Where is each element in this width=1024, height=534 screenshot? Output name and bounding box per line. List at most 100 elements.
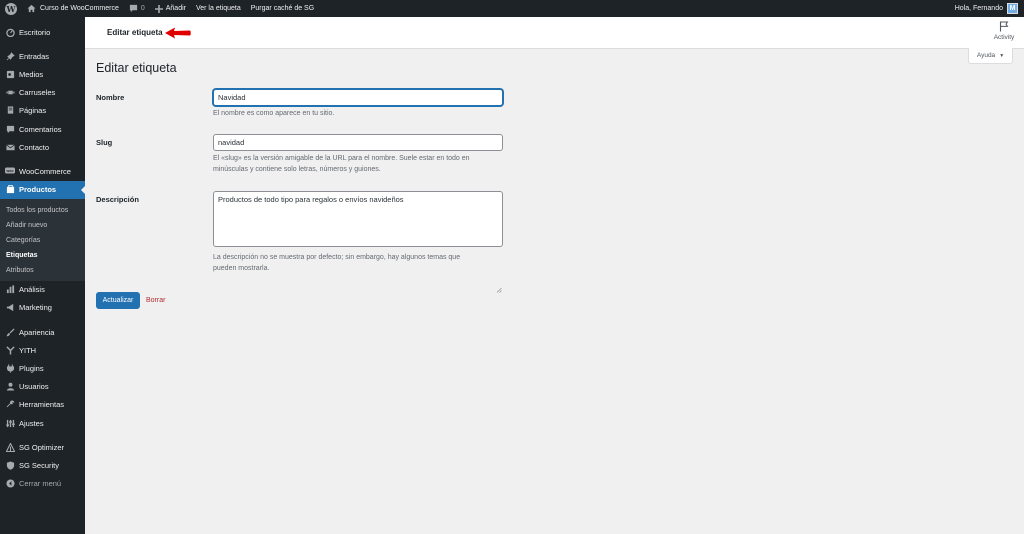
sidebar-item-sg-security[interactable]: SG Security [0,456,85,474]
sidebar-item-label: Escritorio [19,27,51,37]
sidebar-item-marketing[interactable]: Marketing [0,299,85,317]
sidebar-item-label: Comentarios [19,124,62,134]
view-tag-label: Ver la etiqueta [195,5,241,12]
sidebar-item-label: Análisis [19,285,45,295]
new-content-label: Añadir [165,5,186,12]
sidebar-item-label: YITH [19,345,37,355]
submenu-item-label: Categorías [6,236,41,244]
activity-label: Activity [993,34,1015,41]
submenu-item-label: Atributos [6,266,34,274]
woo-icon: woo [5,166,15,176]
sidebar-item-comentarios[interactable]: Comentarios [0,120,85,138]
submenu-item-categorias[interactable]: Categorías [0,233,85,248]
sidebar-item-sg-optimizer[interactable]: SG Optimizer [0,438,85,456]
sidebar-item-label: Medios [19,69,44,79]
sidebar-item-label: Usuarios [19,382,49,392]
sidebar-item-label: Entradas [19,51,50,61]
description-help: La descripción no se muestra por defecto… [213,252,513,274]
brush-icon [5,327,15,337]
productos-submenu: Todos los productos Añadir nuevo Categor… [0,198,85,281]
my-account-menu[interactable]: Hola, Fernando M [950,0,1024,17]
sidebar-item-medios[interactable]: Medios [0,65,85,83]
sidebar-item-label: Marketing [19,303,52,313]
sidebar-item-plugins[interactable]: Plugins [0,359,85,377]
name-input[interactable] [213,89,503,106]
mail-icon [5,142,15,152]
flag-icon [992,21,1016,32]
update-button[interactable]: Actualizar [96,292,140,309]
description-textarea[interactable]: Productos de todo tipo para regalos o en… [213,191,503,247]
sidebar-item-label: Páginas [19,106,47,116]
wp-logo-menu[interactable]: W [0,0,22,17]
name-label: Nombre [96,93,125,102]
sidebar-item-label: Cerrar menú [19,479,62,489]
wrench-icon [5,400,15,410]
sg-optimizer-icon [5,442,15,452]
users-icon [5,382,15,392]
plugin-icon [5,364,15,374]
site-name-menu[interactable]: Curso de WooCommerce [22,0,124,17]
sidebar-item-woocommerce[interactable]: woo WooCommerce [0,162,85,180]
page-title: Editar etiqueta [96,61,177,75]
submenu-item-todos-los-productos[interactable]: Todos los productos [0,203,85,218]
sidebar-item-apariencia[interactable]: Apariencia [0,323,85,341]
sidebar-item-analisis[interactable]: Análisis [0,281,85,299]
admin-bar: W Curso de WooCommerce 0 Añadir Ver la e… [0,0,1024,17]
sidebar-item-ajustes[interactable]: Ajustes [0,414,85,432]
greeting: Hola, Fernando [954,5,1003,12]
sidebar-item-label: Productos [19,185,57,195]
yith-icon [5,345,15,355]
new-content-menu[interactable]: Añadir [150,0,191,17]
name-description: El nombre es como aparece en tu sitio. [213,110,335,117]
slug-input[interactable] [213,134,503,151]
submenu-item-atributos[interactable]: Atributos [0,263,85,278]
slug-label: Slug [96,138,113,147]
sidebar-item-label: Plugins [19,364,44,374]
avatar: M [1007,3,1018,14]
sidebar-item-label: Herramientas [19,400,65,410]
sidebar-item-label: SG Optimizer [19,442,65,452]
purge-cache-link[interactable]: Purgar caché de SG [246,0,319,17]
submenu-item-etiquetas[interactable]: Etiquetas [0,248,85,263]
products-icon [5,185,15,195]
pin-icon [5,51,15,61]
submenu-item-label: Etiquetas [6,251,38,259]
submenu-item-anadir-nuevo[interactable]: Añadir nuevo [0,218,85,233]
woocommerce-header: Editar etiqueta Activity [85,17,1024,49]
sidebar-item-usuarios[interactable]: Usuarios [0,378,85,396]
comments-menu[interactable]: 0 [124,0,150,17]
sidebar-item-herramientas[interactable]: Herramientas [0,396,85,414]
sidebar-collapse-menu[interactable]: Cerrar menú [0,475,85,493]
view-tag-link[interactable]: Ver la etiqueta [191,0,246,17]
sidebar-item-yith[interactable]: YITH [0,341,85,359]
sidebar-item-label: SG Security [19,460,60,470]
megaphone-icon [5,303,15,313]
pages-icon [5,106,15,116]
caret-down-icon: ▼ [999,52,1005,59]
admin-sidebar: Escritorio Entradas Medios Carruseles Pá… [0,17,85,534]
sidebar-item-contacto[interactable]: Contacto [0,138,85,156]
svg-text:woo: woo [6,169,14,173]
delete-link[interactable]: Borrar [146,297,165,304]
submenu-item-label: Todos los productos [6,206,69,214]
sidebar-item-label: WooCommerce [19,166,71,176]
analytics-icon [5,285,15,295]
carousel-icon [5,88,15,98]
sidebar-item-entradas[interactable]: Entradas [0,47,85,65]
dashboard-icon [5,27,15,37]
slug-description-line: minúsculas y contiene solo letras, númer… [213,166,381,173]
sidebar-item-label: Contacto [19,142,50,152]
help-tab-button[interactable]: Ayuda ▼ [968,48,1013,64]
sidebar-item-productos[interactable]: Productos [0,180,85,199]
comments-count: 0 [140,5,145,12]
sidebar-item-escritorio[interactable]: Escritorio [0,23,85,41]
sidebar-item-paginas[interactable]: Páginas [0,102,85,120]
activity-panel-button[interactable]: Activity [992,21,1016,41]
description-help-line: La descripción no se muestra por defecto… [213,254,461,261]
collapse-icon [5,479,15,489]
sidebar-item-carruseles[interactable]: Carruseles [0,84,85,102]
resize-grip-icon[interactable] [496,287,502,293]
plus-icon [154,4,163,13]
wordpress-logo-icon: W [5,2,17,15]
comments-icon [5,124,15,134]
